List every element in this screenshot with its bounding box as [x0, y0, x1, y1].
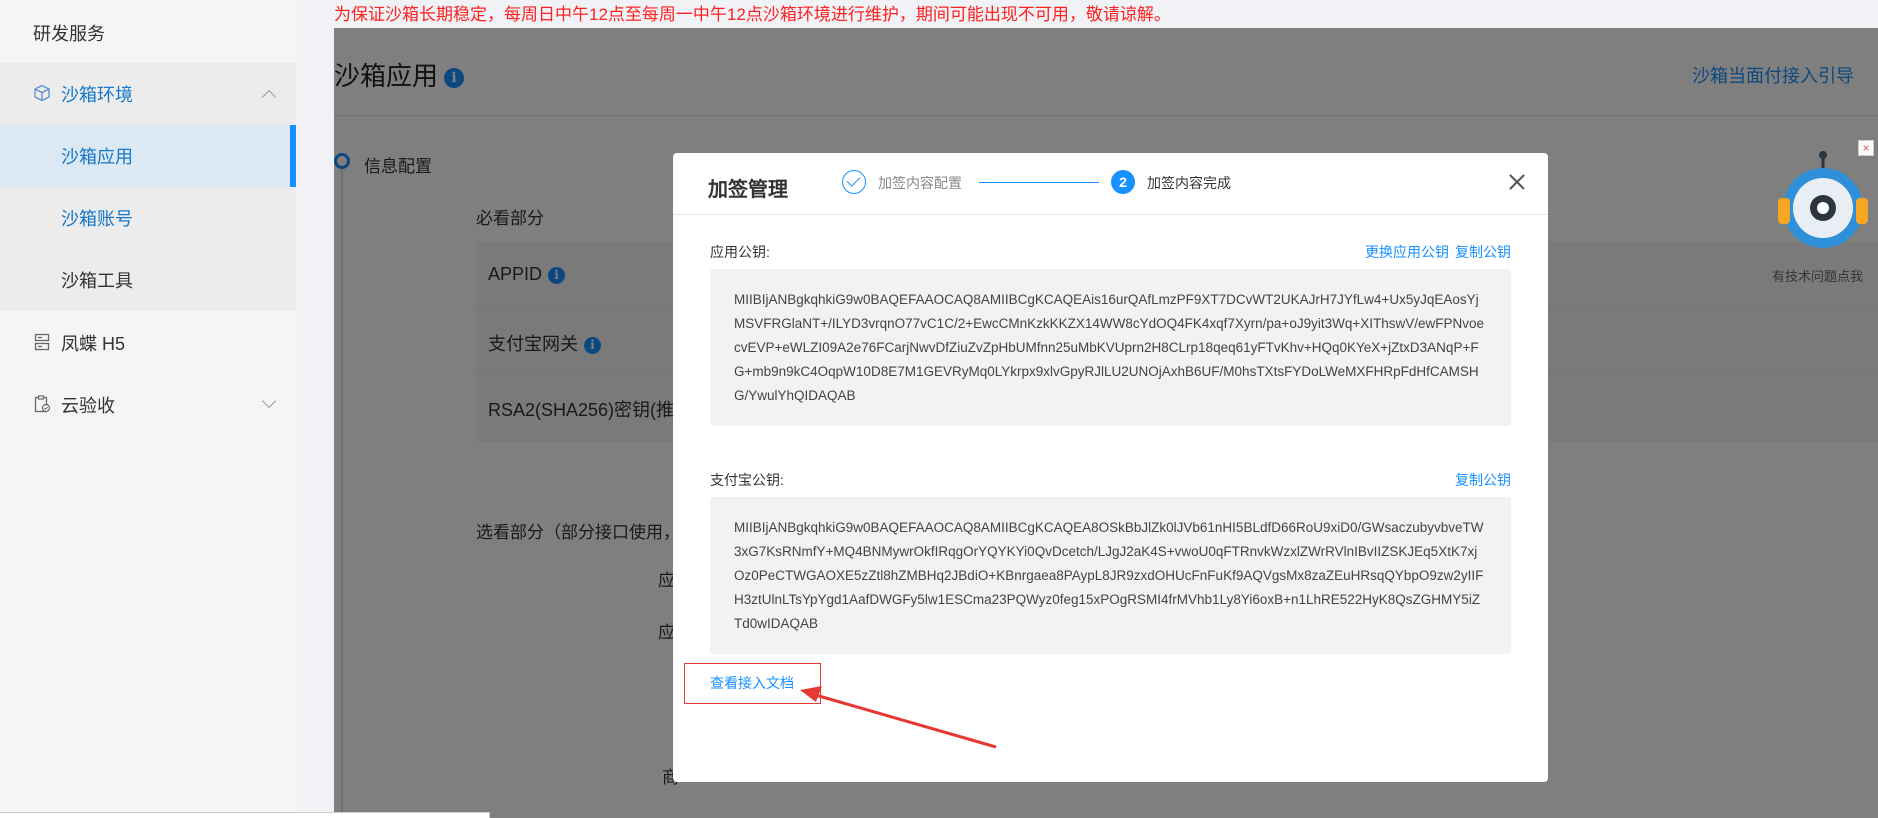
alipay-public-key-value: MIIBIjANBgkqhkiG9w0BAQEFAAOCAQ8AMIIBCgKC… [710, 497, 1511, 654]
change-app-key-link[interactable]: 更换应用公钥 [1365, 244, 1449, 260]
view-docs-link[interactable]: 查看接入文档 [710, 673, 794, 693]
server-icon [34, 333, 50, 351]
copy-alipay-key-link[interactable]: 复制公钥 [1455, 472, 1511, 488]
sidebar-item-cloud-acceptance[interactable]: 云验收 [0, 374, 296, 436]
step-check-icon [842, 170, 866, 194]
sidebar-item-fengdie-h5[interactable]: 凤蝶 H5 [0, 312, 296, 374]
modal-title: 加签管理 [708, 179, 788, 201]
app-key-actions: 更换应用公钥 复制公钥 [1359, 242, 1511, 262]
sidebar-item-label: 沙箱工具 [61, 271, 133, 291]
sidebar-item-label: 沙箱环境 [61, 85, 133, 105]
alipay-public-key-label: 支付宝公钥: [710, 472, 784, 488]
modal-header: 加签管理 加签内容配置 2 加签内容完成 [673, 153, 1548, 215]
step-2-number: 2 [1111, 170, 1135, 194]
red-arrow-annotation [800, 686, 997, 749]
sidebar-item-sandbox-env[interactable]: 沙箱环境 [0, 63, 296, 125]
robot-close-icon[interactable]: × [1858, 140, 1874, 156]
sidebar: 研发服务 沙箱环境 沙箱应用 沙箱账号 沙箱工具 凤蝶 H5 云验收 [0, 0, 296, 818]
app-public-key-value: MIIBIjANBgkqhkiG9w0BAQEFAAOCAQ8AMIIBCgKC… [710, 269, 1511, 426]
sidebar-item-sandbox-account[interactable]: 沙箱账号 [0, 187, 296, 249]
chevron-down-icon [261, 393, 277, 409]
sidebar-item-label: 研发服务 [33, 24, 105, 44]
step-connector [979, 182, 1099, 183]
bottom-scrollbar[interactable] [0, 812, 490, 818]
sidebar-item-label: 沙箱账号 [61, 209, 133, 229]
copy-app-key-link[interactable]: 复制公钥 [1455, 244, 1511, 260]
sidebar-item-label: 沙箱应用 [61, 147, 133, 167]
cube-icon [34, 84, 50, 102]
sidebar-item-dev-services[interactable]: 研发服务 [0, 2, 296, 64]
chevron-up-icon [261, 89, 277, 105]
step-2-label: 加签内容完成 [1147, 175, 1231, 191]
sidebar-item-label: 云验收 [61, 396, 115, 416]
close-icon[interactable] [1506, 171, 1528, 193]
sidebar-item-sandbox-tools[interactable]: 沙箱工具 [0, 249, 296, 311]
maintenance-notice: 为保证沙箱长期稳定，每周日中午12点至每周一中午12点沙箱环境进行维护，期间可能… [334, 5, 1171, 24]
sidebar-item-label: 凤蝶 H5 [61, 334, 126, 354]
clipboard-check-icon [34, 395, 51, 413]
sidebar-item-sandbox-app[interactable]: 沙箱应用 [0, 125, 296, 187]
robot-help-text[interactable]: 有技术问题点我 [1772, 266, 1863, 285]
app-public-key-label: 应用公钥: [710, 244, 770, 260]
alipay-key-actions: 复制公钥 [1449, 470, 1511, 490]
step-1-label: 加签内容配置 [878, 175, 962, 191]
